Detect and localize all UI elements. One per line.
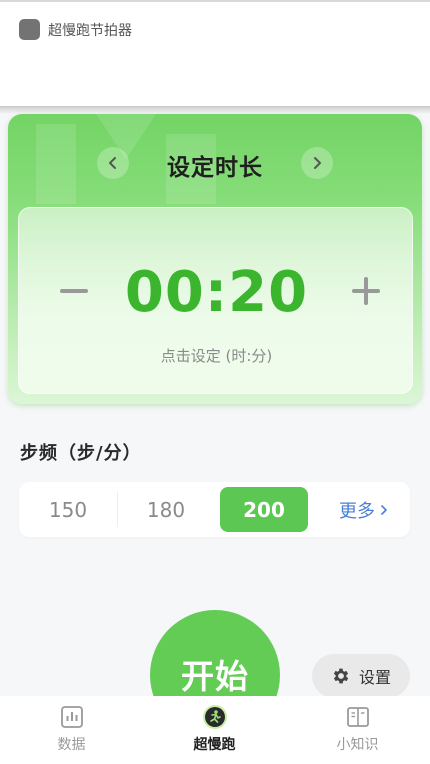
duration-title: 设定时长 — [167, 155, 263, 181]
duration-card: 设定时长 00:20 点击设定 (时:分) — [8, 114, 422, 404]
cadence-more-button[interactable]: 更多 — [324, 487, 404, 532]
nav-item-data[interactable]: 数据 — [0, 696, 143, 764]
title-bar-shadow — [0, 106, 430, 114]
app-title: 超慢跑节拍器 — [48, 23, 132, 39]
cadence-more-label: 更多 — [339, 500, 375, 522]
runner-icon — [202, 705, 227, 729]
settings-label: 设置 — [358, 668, 391, 687]
time-panel: 00:20 点击设定 (时:分) — [18, 207, 413, 394]
chart-icon — [60, 706, 83, 728]
nav-item-super-slow-run[interactable]: 超慢跑 — [143, 696, 286, 764]
cadence-selector: 150 180 200 更多 — [19, 482, 410, 537]
chevron-right-icon — [381, 504, 387, 515]
settings-button[interactable]: 设置 — [312, 654, 410, 698]
plus-icon — [352, 277, 380, 305]
nav-label-data: 数据 — [57, 737, 86, 753]
chevron-right-icon — [314, 157, 321, 169]
duration-hint: 点击设定 (时:分) — [160, 347, 273, 365]
book-icon — [346, 707, 369, 727]
cadence-divider — [117, 492, 118, 527]
increase-time-button[interactable] — [346, 266, 386, 316]
cadence-label: 步频（步/分） — [20, 443, 142, 464]
nav-item-tips[interactable]: 小知识 — [286, 696, 429, 764]
cadence-option-200-selected[interactable]: 200 — [220, 487, 308, 532]
cadence-option-150[interactable]: 150 — [24, 487, 112, 532]
app-icon — [19, 19, 40, 40]
cadence-option-180[interactable]: 180 — [122, 487, 210, 532]
bottom-nav: 数据 超慢跑 小知识 — [0, 696, 430, 764]
gear-icon — [333, 668, 349, 684]
next-preset-button[interactable] — [301, 147, 333, 179]
title-bar: 超慢跑节拍器 — [0, 0, 430, 110]
nav-label-tips: 小知识 — [336, 737, 379, 753]
start-label: 开始 — [181, 657, 249, 696]
app-screen: 超慢跑节拍器 设定时长 00:20 点击设定 (时:分) 步频（步/分） 150… — [0, 0, 430, 764]
nav-label-super-slow-run: 超慢跑 — [193, 737, 236, 753]
